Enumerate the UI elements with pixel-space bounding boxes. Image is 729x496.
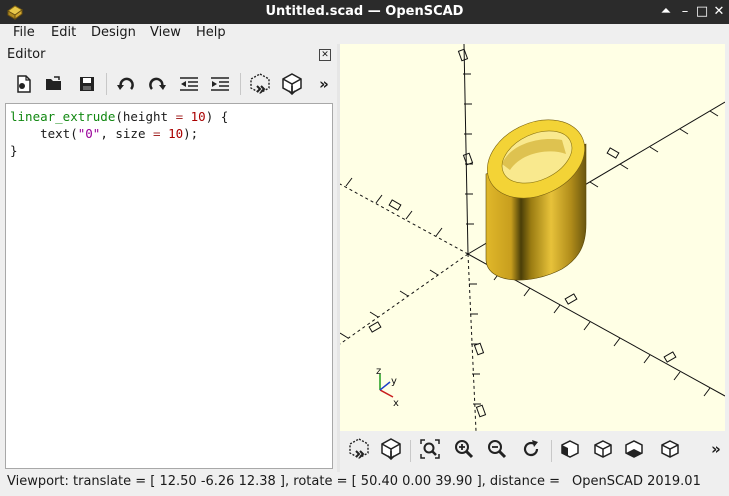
preview-button[interactable] bbox=[246, 70, 274, 98]
axis-label-y: y bbox=[391, 376, 397, 387]
viewer-preview-button[interactable] bbox=[345, 435, 373, 463]
render-icon bbox=[282, 73, 302, 96]
unindent-button[interactable] bbox=[175, 70, 203, 98]
unindent-icon bbox=[180, 77, 198, 91]
view-all-button[interactable] bbox=[416, 435, 444, 463]
zoom-out-button[interactable] bbox=[483, 435, 511, 463]
indent-icon bbox=[211, 77, 229, 91]
redo-icon bbox=[149, 77, 166, 90]
axis-label-z: z bbox=[376, 366, 381, 377]
code-token: text bbox=[40, 126, 71, 141]
code-token: , size bbox=[100, 126, 154, 141]
code-token: (height bbox=[115, 109, 176, 124]
menu-help[interactable]: Help bbox=[196, 25, 226, 40]
code-token: 10 bbox=[168, 126, 184, 141]
undo-button[interactable] bbox=[112, 70, 140, 98]
keep-above-button[interactable]: ⏶ bbox=[658, 3, 674, 21]
window-title: Untitled.scad — OpenSCAD bbox=[265, 4, 464, 19]
undo-icon bbox=[117, 77, 134, 90]
code-token: } bbox=[10, 143, 18, 158]
close-window-button[interactable]: ✕ bbox=[711, 3, 727, 21]
new-file-icon bbox=[17, 75, 31, 93]
open-file-button[interactable] bbox=[40, 70, 68, 98]
cube-left-icon bbox=[661, 440, 679, 458]
editor-toolbar: » bbox=[6, 68, 336, 100]
new-file-button[interactable] bbox=[10, 70, 38, 98]
minimize-button[interactable]: – bbox=[677, 3, 693, 21]
viewer-toolbar-more-button[interactable]: » bbox=[702, 435, 729, 463]
preview-icon bbox=[349, 438, 369, 459]
menu-bar: File Edit Design View Help bbox=[0, 24, 729, 44]
menu-edit[interactable]: Edit bbox=[51, 25, 76, 40]
code-token: = bbox=[153, 126, 161, 141]
save-file-button[interactable] bbox=[73, 70, 101, 98]
code-token: ) { bbox=[205, 109, 229, 124]
view-right-button[interactable] bbox=[556, 435, 584, 463]
viewer-toolbar: » bbox=[340, 431, 729, 469]
editor-toolbar-more-button[interactable]: » bbox=[310, 70, 338, 98]
z-axis-positive bbox=[463, 44, 469, 255]
redo-button[interactable] bbox=[143, 70, 171, 98]
menu-view[interactable]: View bbox=[150, 25, 181, 40]
status-bar: Viewport: translate = [ 12.50 -6.26 12.3… bbox=[0, 472, 729, 496]
axis-label-x: x bbox=[393, 398, 399, 409]
reset-view-button[interactable] bbox=[517, 435, 545, 463]
reset-view-icon bbox=[523, 440, 539, 457]
toolbar-separator bbox=[410, 440, 411, 462]
extruded-zero-model bbox=[485, 119, 587, 281]
toolbar-separator bbox=[106, 73, 107, 95]
x-axis-negative bbox=[340, 183, 469, 255]
view-left-button[interactable] bbox=[656, 435, 684, 463]
save-icon bbox=[80, 77, 94, 91]
render-icon bbox=[381, 438, 401, 461]
zoom-fit-icon bbox=[420, 439, 440, 459]
cube-right-icon bbox=[561, 440, 579, 458]
menu-file[interactable]: File bbox=[13, 25, 35, 40]
toolbar-separator bbox=[551, 440, 552, 462]
code-editor[interactable]: linear_extrude(height = 10) { text("0", … bbox=[5, 103, 333, 469]
code-token: 10 bbox=[190, 109, 206, 124]
cube-bottom-icon bbox=[625, 440, 643, 458]
openscad-window: Untitled.scad — OpenSCAD ⏶ – □ ✕ File Ed… bbox=[0, 0, 729, 496]
y-axis-negative bbox=[340, 253, 469, 345]
axes-indicator: z y x bbox=[376, 366, 399, 409]
menu-design[interactable]: Design bbox=[91, 25, 136, 40]
cube-top-icon bbox=[594, 440, 612, 458]
preview-icon bbox=[250, 73, 270, 94]
toolbar-separator bbox=[240, 73, 241, 95]
maximize-button[interactable]: □ bbox=[694, 3, 710, 21]
viewport-status: Viewport: translate = [ 12.50 -6.26 12.3… bbox=[7, 474, 565, 489]
code-token: "0" bbox=[77, 126, 101, 141]
indent-button[interactable] bbox=[206, 70, 234, 98]
view-top-button[interactable] bbox=[589, 435, 617, 463]
code-token: ); bbox=[183, 126, 199, 141]
editor-dock-title: Editor bbox=[7, 47, 46, 62]
code-token: ( bbox=[70, 126, 78, 141]
zoom-out-icon bbox=[488, 440, 507, 459]
editor-close-button[interactable]: ✕ bbox=[319, 49, 331, 61]
title-bar: Untitled.scad — OpenSCAD ⏶ – □ ✕ bbox=[0, 0, 729, 24]
open-folder-icon bbox=[46, 76, 61, 90]
render-button[interactable] bbox=[278, 70, 306, 98]
zoom-in-icon bbox=[455, 440, 474, 459]
version-label: OpenSCAD 2019.01 bbox=[572, 474, 701, 489]
view-bottom-button[interactable] bbox=[620, 435, 648, 463]
scene-canvas: z y x bbox=[340, 44, 725, 431]
zoom-in-button[interactable] bbox=[450, 435, 478, 463]
code-token: = bbox=[175, 109, 184, 124]
code-token: linear_extrude bbox=[10, 109, 116, 124]
3d-viewport[interactable]: z y x bbox=[340, 44, 725, 431]
editor-dock: Editor ✕ » linear_extrude(height = 10) {… bbox=[0, 44, 337, 472]
viewer-render-button[interactable] bbox=[377, 435, 405, 463]
